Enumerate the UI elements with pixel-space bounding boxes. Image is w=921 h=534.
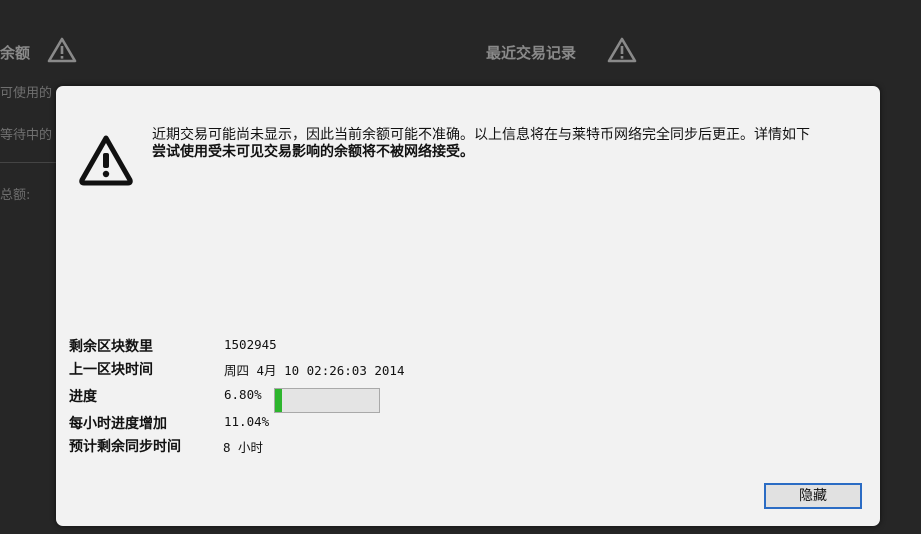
- progress-label: 进度: [69, 389, 97, 405]
- total-label: 总额:: [0, 188, 31, 203]
- pending-label: 等待中的: [0, 128, 53, 143]
- recent-transactions-title: 最近交易记录: [486, 44, 577, 62]
- hide-button[interactable]: 隐藏: [764, 483, 862, 509]
- progress-value: 6.80%: [224, 387, 262, 402]
- estimated-time-value: 8 小时: [223, 440, 264, 455]
- available-label: 可使用的: [0, 86, 53, 101]
- last-block-time-value: 周四 4月 10 02:26:03 2014: [224, 363, 405, 378]
- sync-progress-fill: [275, 389, 283, 412]
- estimated-time-label: 预计剩余同步时间: [69, 439, 181, 455]
- sync-overlay-dialog: 近期交易可能尚未显示，因此当前余额可能不准确。以上信息将在与莱特币网络完全同步后…: [56, 86, 880, 526]
- sync-warning-bold-text: 尝试使用受未可见交易影响的余额将不被网络接受。: [152, 144, 474, 160]
- balance-title: 余额: [0, 44, 31, 62]
- warning-icon: [79, 135, 133, 186]
- balance-warning-icon: [47, 37, 77, 63]
- last-block-time-label: 上一区块时间: [69, 362, 153, 378]
- progress-increase-label: 每小时进度增加: [69, 416, 167, 432]
- blocks-remaining-value: 1502945: [224, 337, 277, 352]
- sync-progress-bar: [274, 388, 380, 413]
- sync-warning-text: 近期交易可能尚未显示，因此当前余额可能不准确。以上信息将在与莱特币网络完全同步后…: [152, 127, 810, 143]
- progress-increase-value: 11.04%: [224, 414, 270, 429]
- divider: [0, 162, 58, 163]
- recent-tx-warning-icon: [607, 37, 637, 63]
- blocks-remaining-label: 剩余区块数里: [69, 339, 153, 355]
- sync-warning-message: 近期交易可能尚未显示，因此当前余额可能不准确。以上信息将在与莱特币网络完全同步后…: [152, 127, 852, 161]
